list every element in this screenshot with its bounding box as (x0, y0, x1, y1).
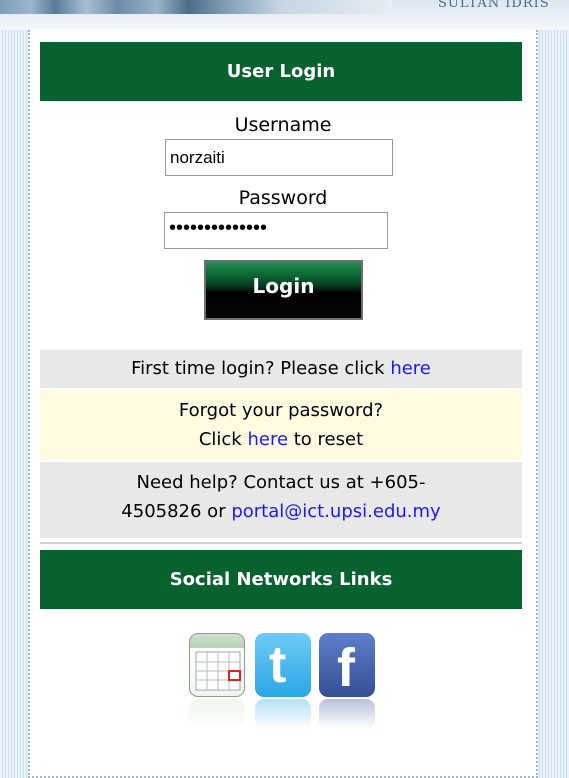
calendar-icon-reflection (189, 699, 245, 729)
banner-text: SULTAN IDRIS (438, 0, 550, 11)
first-time-login-row: First time login? Please click here (40, 350, 522, 388)
first-time-login-link[interactable]: here (390, 358, 431, 379)
user-login-header: User Login (40, 42, 522, 101)
top-banner: SULTAN IDRIS (0, 0, 569, 30)
facebook-icon[interactable]: f (319, 633, 375, 698)
login-panel: User Login Username Password •••••••••••… (28, 30, 538, 778)
contact-email-link[interactable]: portal@ict.upsi.edu.my (231, 501, 440, 522)
contact-phone-text: 4505826 or (121, 501, 232, 522)
username-label: Username (234, 114, 332, 136)
contact-row: Need help? Contact us at +605- 4505826 o… (40, 462, 522, 538)
forgot-password-line2: Click here to reset (40, 425, 522, 454)
password-label: Password (238, 187, 328, 209)
facebook-icon-reflection (319, 699, 375, 729)
calendar-icon[interactable] (189, 633, 245, 697)
forgot-password-text: Forgot your password? (178, 400, 384, 421)
banner-photo (0, 0, 392, 14)
login-button[interactable]: Login (204, 260, 363, 320)
username-input[interactable] (165, 139, 393, 176)
social-networks-header: Social Networks Links (40, 550, 522, 609)
reset-password-link[interactable]: here (247, 429, 288, 450)
forgot-suffix-text: to reset (288, 429, 364, 450)
section-divider (40, 542, 522, 544)
contact-text: Need help? Contact us at +605- (136, 472, 426, 493)
password-input[interactable]: •••••••••••••• (164, 212, 388, 249)
twitter-icon[interactable]: t (255, 633, 311, 697)
social-icons: t f (189, 633, 375, 753)
forgot-password-row: Forgot your password? Click here to rese… (40, 390, 522, 460)
forgot-click-text: Click (198, 429, 248, 450)
first-time-text: First time login? Please click (131, 358, 391, 379)
contact-line2: 4505826 or portal@ict.upsi.edu.my (40, 497, 522, 526)
twitter-icon-reflection (255, 699, 311, 729)
